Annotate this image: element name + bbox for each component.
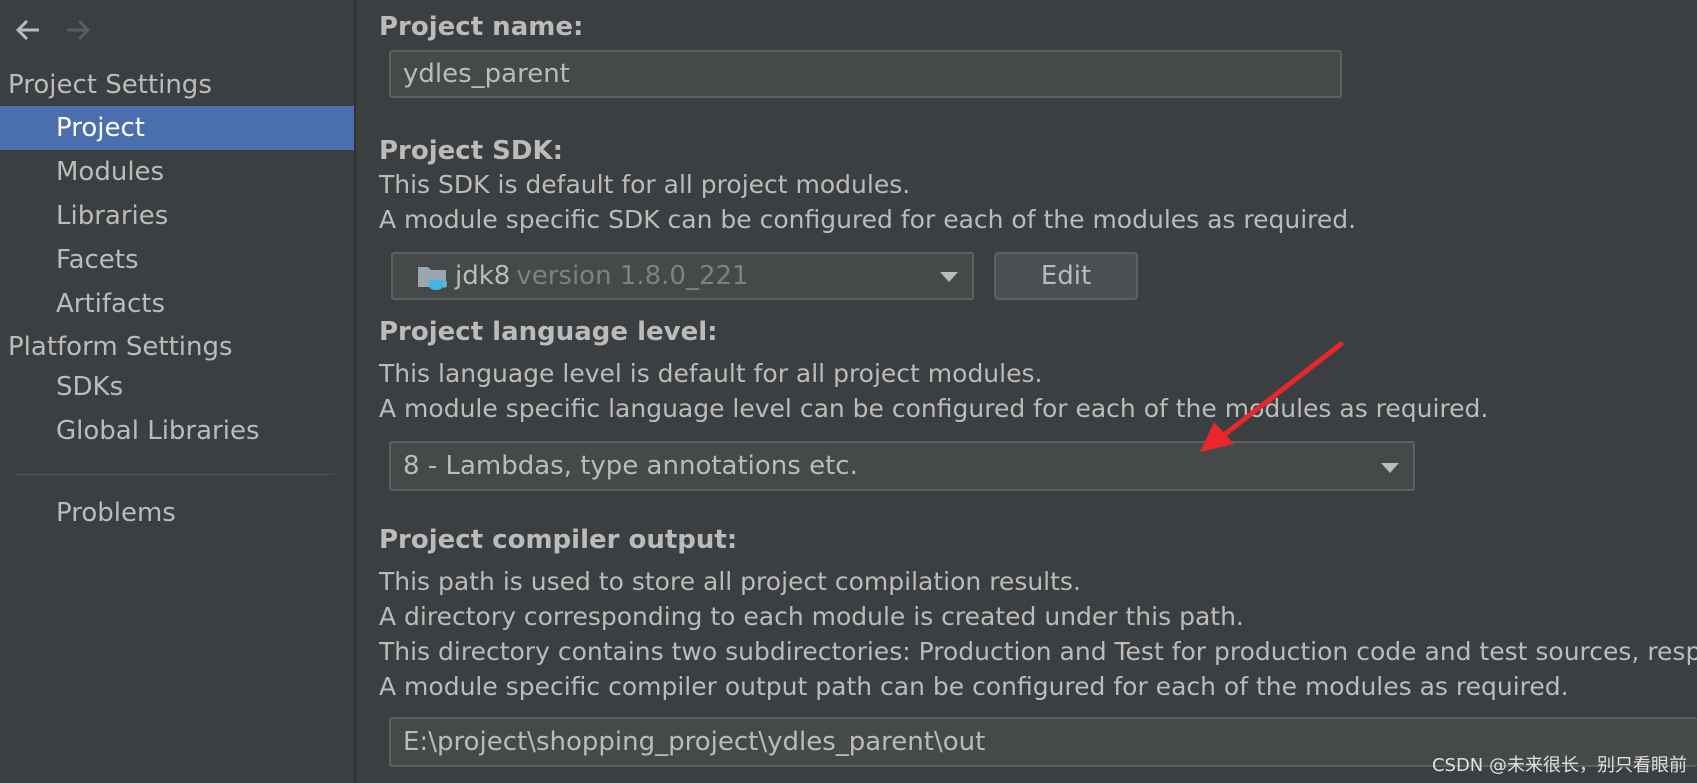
sidebar-item-facets[interactable]: Facets: [0, 238, 354, 282]
project-structure-dialog: Project Settings Project Modules Librari…: [0, 0, 1697, 783]
project-sdk-desc-2: A module specific SDK can be configured …: [379, 205, 1357, 234]
sidebar-item-project[interactable]: Project: [0, 106, 354, 150]
language-level-value: 8 - Lambdas, type annotations etc.: [403, 451, 858, 481]
sidebar-divider: [14, 474, 334, 475]
sidebar-item-label: SDKs: [56, 372, 124, 402]
sidebar-item-label: Facets: [56, 245, 139, 275]
language-level-desc-2: A module specific language level can be …: [379, 394, 1489, 423]
project-sdk-desc-1: This SDK is default for all project modu…: [379, 170, 911, 199]
sidebar-item-label: Artifacts: [56, 289, 166, 319]
language-level-dropdown[interactable]: 8 - Lambdas, type annotations etc.: [389, 441, 1415, 491]
sidebar-item-label: Libraries: [56, 201, 169, 231]
chevron-down-icon: [1381, 463, 1399, 473]
edit-sdk-button[interactable]: Edit: [994, 252, 1138, 300]
sidebar: Project Settings Project Modules Librari…: [0, 0, 356, 783]
language-level-label: Project language level:: [379, 317, 718, 347]
project-settings-title: Project Settings: [8, 70, 212, 100]
sidebar-item-global-libraries[interactable]: Global Libraries: [0, 409, 354, 453]
compiler-output-path-value: E:\project\shopping_project\ydles_parent…: [403, 727, 986, 757]
project-name-label: Project name:: [379, 12, 584, 42]
compiler-output-desc-1: This path is used to store all project c…: [379, 567, 1081, 596]
sidebar-item-libraries[interactable]: Libraries: [0, 194, 354, 238]
project-settings-panel: Project name: ydles_parent Project SDK: …: [356, 0, 1697, 783]
sidebar-item-label: Modules: [56, 157, 165, 187]
watermark: CSDN @未来很长，别只看眼前: [1431, 755, 1687, 776]
forward-arrow-icon[interactable]: [60, 12, 96, 48]
platform-settings-title: Platform Settings: [8, 332, 233, 362]
sidebar-item-label: Project: [56, 113, 145, 143]
project-sdk-dropdown[interactable]: jdk8 version 1.8.0_221: [391, 252, 974, 300]
sidebar-item-label: Global Libraries: [56, 416, 260, 446]
project-sdk-label: Project SDK:: [379, 136, 564, 166]
sidebar-item-label: Problems: [56, 498, 176, 528]
nav-arrows: [10, 12, 96, 48]
sidebar-item-problems[interactable]: Problems: [0, 491, 354, 535]
sdk-version: version 1.8.0_221: [516, 261, 749, 291]
back-arrow-icon[interactable]: [10, 12, 46, 48]
sidebar-item-modules[interactable]: Modules: [0, 150, 354, 194]
sidebar-item-sdks[interactable]: SDKs: [0, 365, 354, 409]
sdk-name: jdk8: [455, 261, 511, 291]
chevron-down-icon: [940, 272, 958, 282]
compiler-output-desc-3: This directory contains two subdirectori…: [379, 637, 1697, 666]
compiler-output-desc-2: A directory corresponding to each module…: [379, 602, 1244, 631]
compiler-output-desc-4: A module specific compiler output path c…: [379, 672, 1569, 701]
jdk-folder-icon: [418, 267, 447, 290]
project-name-input[interactable]: ydles_parent: [389, 50, 1342, 98]
compiler-output-label: Project compiler output:: [379, 525, 738, 555]
sidebar-item-artifacts[interactable]: Artifacts: [0, 282, 354, 326]
project-name-value: ydles_parent: [403, 59, 570, 89]
language-level-desc-1: This language level is default for all p…: [379, 359, 1043, 388]
